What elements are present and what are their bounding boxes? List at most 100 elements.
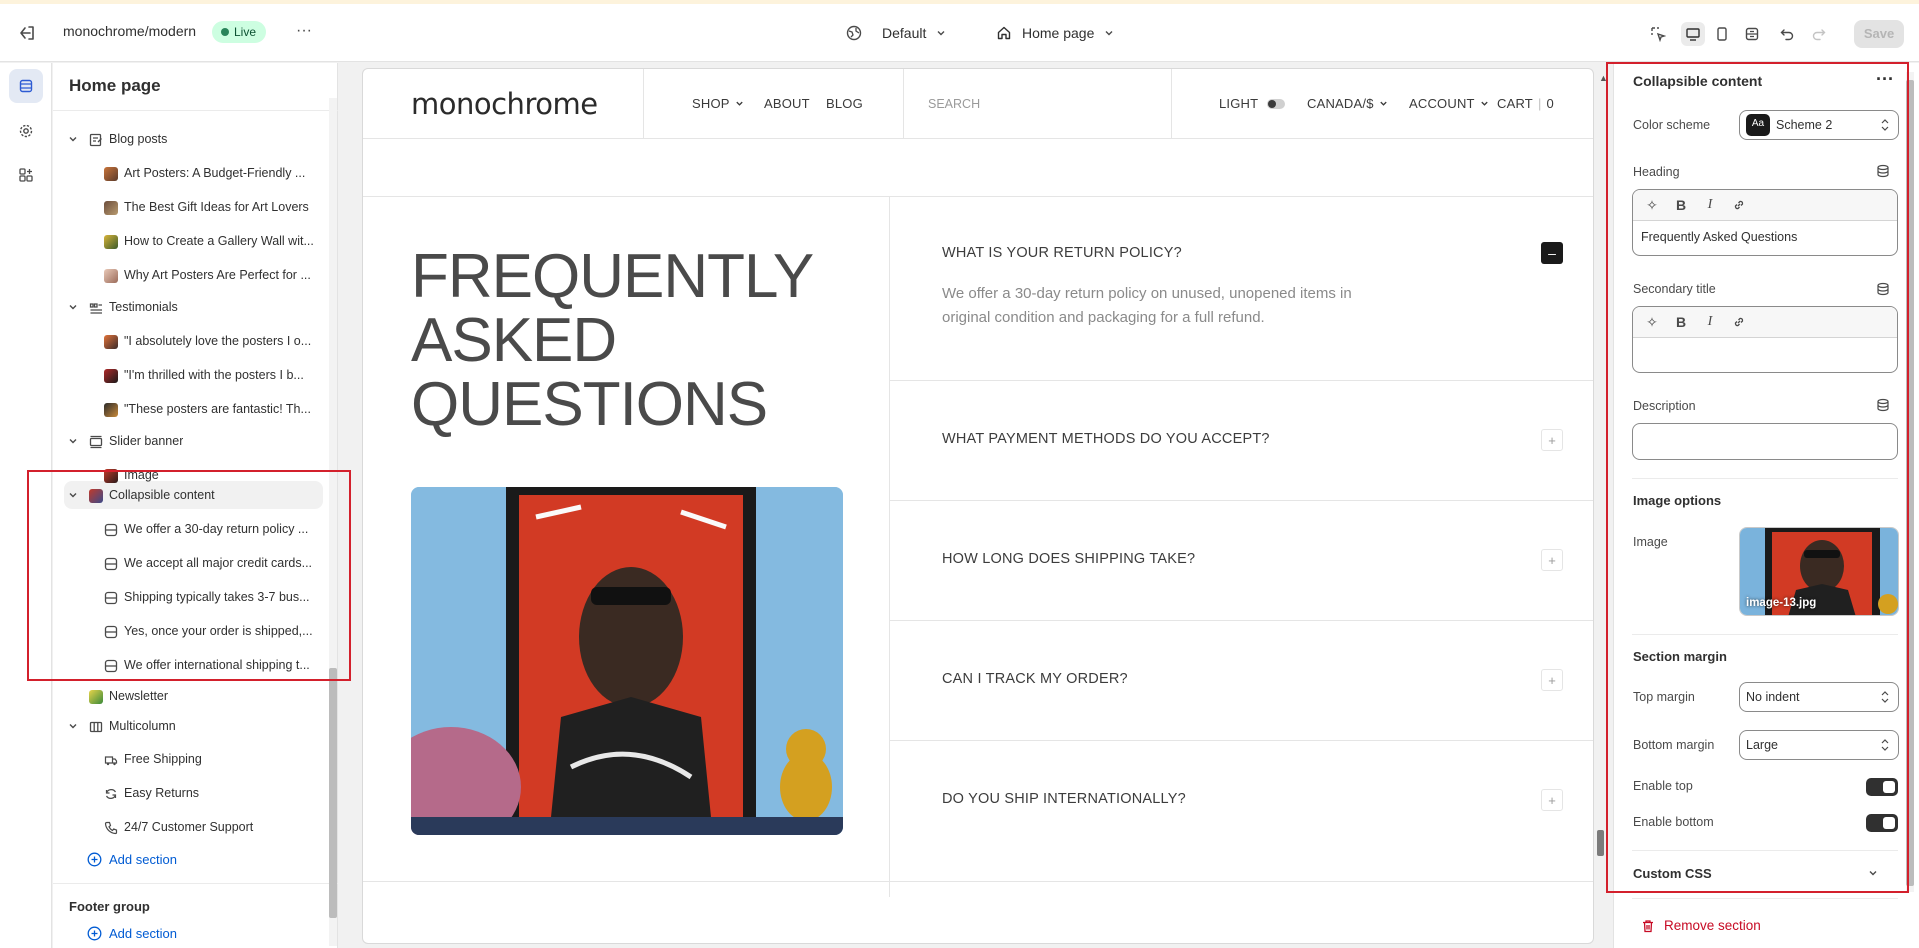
description-field[interactable] bbox=[1632, 423, 1898, 460]
custom-css-title[interactable]: Custom CSS bbox=[1633, 866, 1712, 881]
color-scheme-select[interactable]: Aa Scheme 2 bbox=[1739, 110, 1899, 140]
block-item[interactable]: We offer a 30-day return policy ... bbox=[53, 515, 325, 543]
chevron-down-icon[interactable] bbox=[68, 721, 78, 731]
secondary-title-editor[interactable]: ✧ B I bbox=[1632, 306, 1898, 373]
remove-section-button[interactable]: Remove section bbox=[1641, 918, 1761, 933]
desktop-view-icon[interactable] bbox=[1681, 22, 1705, 46]
bottom-margin-select[interactable]: Large bbox=[1739, 730, 1899, 760]
faq-item[interactable]: WHAT IS YOUR RETURN POLICY? We offer a 3… bbox=[890, 197, 1593, 381]
expand-icon[interactable]: + bbox=[1541, 549, 1563, 571]
expand-icon[interactable]: + bbox=[1541, 429, 1563, 451]
chevron-down-icon[interactable] bbox=[68, 436, 78, 446]
block-item[interactable]: We offer international shipping t... bbox=[53, 651, 325, 679]
section-testimonials[interactable]: Testimonials bbox=[53, 293, 325, 321]
save-button[interactable]: Save bbox=[1854, 20, 1904, 48]
apps-tab[interactable] bbox=[9, 158, 43, 192]
image-thumbnail-icon bbox=[103, 402, 118, 417]
faq-item[interactable]: WHAT PAYMENT METHODS DO YOU ACCEPT? + bbox=[890, 381, 1593, 501]
footer-add-section-button[interactable]: Add section bbox=[53, 919, 325, 947]
nav-about[interactable]: ABOUT bbox=[764, 96, 810, 111]
magic-wand-icon[interactable]: ✧ bbox=[1643, 313, 1661, 331]
section-collapsible-content[interactable]: Collapsible content bbox=[53, 481, 325, 509]
italic-icon[interactable]: I bbox=[1701, 196, 1719, 214]
heading-editor[interactable]: ✧ B I Frequently Asked Questions bbox=[1632, 189, 1898, 256]
faq-question[interactable]: CAN I TRACK MY ORDER? bbox=[942, 671, 1128, 687]
light-mode-toggle[interactable]: LIGHT bbox=[1219, 96, 1286, 111]
block-item[interactable]: "I absolutely love the posters I o... bbox=[53, 327, 325, 355]
section-newsletter[interactable]: Newsletter bbox=[53, 682, 325, 710]
nav-blog[interactable]: BLOG bbox=[826, 96, 863, 111]
bold-icon[interactable]: B bbox=[1672, 313, 1690, 331]
top-margin-select[interactable]: No indent bbox=[1739, 682, 1899, 712]
expand-icon[interactable]: + bbox=[1541, 669, 1563, 691]
sidebar-scrollbar-thumb[interactable] bbox=[329, 668, 337, 918]
exit-icon[interactable] bbox=[16, 22, 38, 44]
redo-icon[interactable] bbox=[1807, 22, 1831, 46]
dynamic-source-icon[interactable] bbox=[1876, 398, 1890, 412]
dynamic-source-icon[interactable] bbox=[1876, 164, 1890, 178]
inspector-icon[interactable] bbox=[1646, 22, 1670, 46]
more-options-button[interactable]: ··· bbox=[1876, 69, 1894, 90]
block-item[interactable]: Easy Returns bbox=[53, 779, 325, 807]
nav-shop[interactable]: SHOP bbox=[692, 96, 744, 111]
bold-icon[interactable]: B bbox=[1672, 196, 1690, 214]
chevron-down-icon bbox=[937, 31, 945, 36]
store-search-input[interactable]: SEARCH bbox=[928, 97, 980, 111]
page-selector[interactable]: Home page bbox=[996, 22, 1114, 44]
block-item[interactable]: "I'm thrilled with the posters I b... bbox=[53, 361, 325, 389]
region-selector[interactable]: CANADA/$ bbox=[1307, 96, 1388, 111]
faq-question[interactable]: WHAT PAYMENT METHODS DO YOU ACCEPT? bbox=[942, 431, 1270, 447]
mobile-view-icon[interactable] bbox=[1710, 22, 1734, 46]
section-slider-banner[interactable]: Slider banner bbox=[53, 427, 325, 455]
collapse-icon[interactable]: – bbox=[1541, 242, 1563, 264]
block-item[interactable]: How to Create a Gallery Wall wit... bbox=[53, 227, 325, 255]
preview-scrollbar-thumb[interactable] bbox=[1597, 830, 1604, 856]
link-icon[interactable] bbox=[1730, 196, 1748, 214]
chevron-down-icon[interactable] bbox=[1868, 868, 1878, 878]
italic-icon[interactable]: I bbox=[1701, 313, 1719, 331]
chevron-down-icon[interactable] bbox=[68, 302, 78, 312]
block-item[interactable]: "These posters are fantastic! Th... bbox=[53, 395, 325, 423]
block-item[interactable]: The Best Gift Ideas for Art Lovers bbox=[53, 193, 325, 221]
dynamic-source-icon[interactable] bbox=[1876, 282, 1890, 296]
undo-icon[interactable] bbox=[1775, 22, 1799, 46]
chevron-down-icon[interactable] bbox=[68, 134, 78, 144]
faq-item[interactable]: DO YOU SHIP INTERNATIONALLY? + bbox=[890, 741, 1593, 882]
block-item[interactable]: 24/7 Customer Support bbox=[53, 813, 325, 841]
theme-selector[interactable]: Default bbox=[846, 22, 946, 44]
enable-bottom-toggle[interactable] bbox=[1866, 814, 1898, 832]
block-item[interactable]: Shipping typically takes 3-7 bus... bbox=[53, 583, 325, 611]
scroll-up-arrow-icon[interactable]: ▲ bbox=[1599, 73, 1608, 83]
image-picker[interactable]: image-13.jpg bbox=[1739, 527, 1899, 616]
section-blog-posts[interactable]: Blog posts bbox=[53, 125, 325, 153]
block-item[interactable]: Art Posters: A Budget-Friendly ... bbox=[53, 159, 325, 187]
faq-question[interactable]: WHAT IS YOUR RETURN POLICY? bbox=[942, 245, 1182, 261]
faq-item[interactable]: HOW LONG DOES SHIPPING TAKE? + bbox=[890, 501, 1593, 621]
store-logo[interactable]: monochrome bbox=[411, 87, 598, 121]
link-icon[interactable] bbox=[1730, 313, 1748, 331]
block-item[interactable]: We accept all major credit cards... bbox=[53, 549, 325, 577]
fullscreen-view-icon[interactable] bbox=[1740, 22, 1764, 46]
heading-field[interactable]: Frequently Asked Questions bbox=[1633, 221, 1897, 255]
theme-settings-tab[interactable] bbox=[9, 114, 43, 148]
sections-tab[interactable] bbox=[9, 69, 43, 103]
more-actions-button[interactable]: ··· bbox=[292, 20, 316, 44]
block-item[interactable]: Why Art Posters Are Perfect for ... bbox=[53, 261, 325, 289]
cart-link[interactable]: CART | 0 bbox=[1497, 96, 1554, 111]
secondary-title-field[interactable] bbox=[1633, 338, 1897, 372]
add-section-button[interactable]: Add section bbox=[53, 845, 325, 873]
block-item[interactable]: Free Shipping bbox=[53, 745, 325, 773]
faq-question[interactable]: HOW LONG DOES SHIPPING TAKE? bbox=[942, 551, 1195, 567]
panel-scrollbar-thumb[interactable] bbox=[1906, 80, 1914, 886]
chevron-down-icon[interactable] bbox=[68, 490, 78, 500]
magic-wand-icon[interactable]: ✧ bbox=[1643, 196, 1661, 214]
section-multicolumn[interactable]: Multicolumn bbox=[53, 712, 325, 740]
expand-icon[interactable]: + bbox=[1541, 789, 1563, 811]
block-item[interactable]: Yes, once your order is shipped,... bbox=[53, 617, 325, 645]
faq-question[interactable]: DO YOU SHIP INTERNATIONALLY? bbox=[942, 791, 1186, 807]
faq-item[interactable]: CAN I TRACK MY ORDER? + bbox=[890, 621, 1593, 741]
storefront-preview[interactable]: monochrome SHOP ABOUT BLOG SEARCH LIGHT … bbox=[362, 68, 1594, 944]
section-margin-title: Section margin bbox=[1633, 649, 1727, 664]
account-menu[interactable]: ACCOUNT bbox=[1409, 96, 1489, 111]
enable-top-toggle[interactable] bbox=[1866, 778, 1898, 796]
